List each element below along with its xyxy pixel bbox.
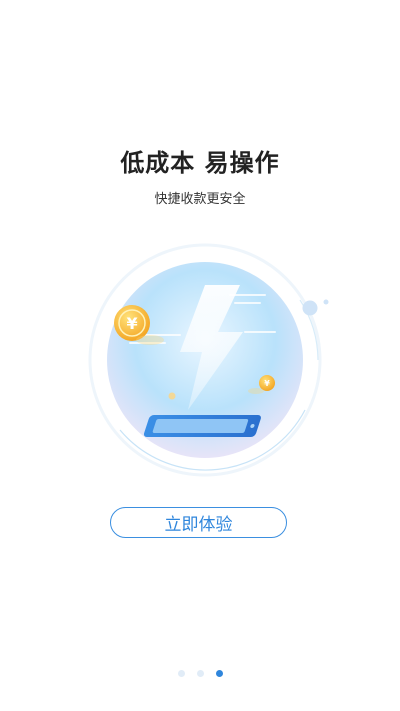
page-indicator xyxy=(0,670,400,677)
svg-text:¥: ¥ xyxy=(264,379,270,388)
page-title: 低成本 易操作 xyxy=(120,149,280,177)
page-dot-3-active[interactable] xyxy=(215,670,223,677)
page-dot-2[interactable] xyxy=(196,670,204,677)
lightning-phone-coins-illustration: ¥ ¥ xyxy=(88,243,329,477)
page-subtitle: 快捷收款更安全 xyxy=(154,192,246,207)
svg-text:¥: ¥ xyxy=(126,314,137,333)
try-now-button[interactable]: 立即体验 xyxy=(110,507,287,538)
page-dot-1[interactable] xyxy=(177,670,185,677)
